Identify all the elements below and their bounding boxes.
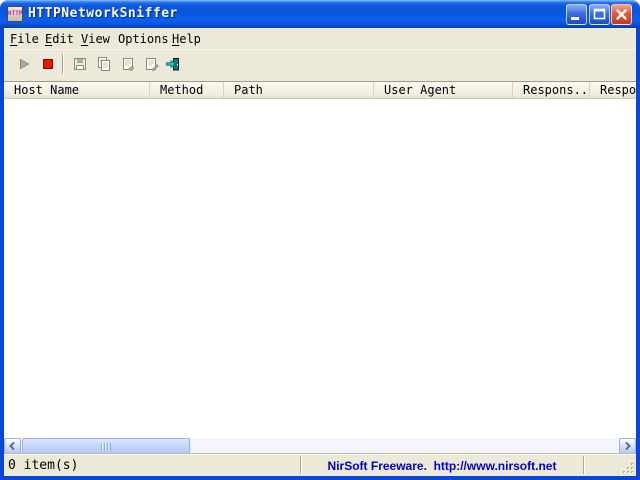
menu-bar: File Edit View Options Help — [4, 28, 636, 49]
exit-button[interactable] — [165, 56, 181, 72]
menu-options[interactable]: Options — [115, 31, 172, 47]
freeware-link[interactable]: NirSoft Freeware. http://www.nirsoft.net — [302, 459, 582, 473]
maximize-button[interactable] — [589, 4, 610, 25]
copy-icon — [96, 56, 112, 72]
exit-door-icon — [165, 56, 181, 72]
column-header-response-code[interactable]: Respons... — [513, 82, 590, 98]
save-selected-items-button[interactable] — [72, 56, 88, 72]
properties-button[interactable] — [120, 56, 136, 72]
column-header-host-name[interactable]: Host Name — [4, 82, 150, 98]
scroll-right-button[interactable] — [619, 438, 636, 454]
scroll-thumb[interactable] — [22, 438, 190, 454]
minimize-button[interactable] — [566, 4, 587, 25]
save-icon — [72, 56, 88, 72]
stop-icon — [40, 56, 56, 72]
toolbar-separator — [62, 54, 64, 74]
thumb-grip-icon — [101, 443, 111, 451]
menu-edit[interactable]: Edit — [42, 31, 77, 47]
column-header-path[interactable]: Path — [224, 82, 374, 98]
close-button[interactable] — [611, 4, 632, 25]
scroll-left-button[interactable] — [4, 438, 21, 454]
list-body[interactable] — [4, 99, 636, 438]
capture-list: Host Name Method Path User Agent Respons… — [4, 81, 636, 453]
items-count: 0 item(s) — [8, 458, 78, 473]
window-title: HTTPNetworkSniffer — [28, 6, 178, 21]
menu-view[interactable]: View — [78, 31, 113, 47]
start-capture-button[interactable] — [16, 56, 32, 72]
html-report-button[interactable] — [144, 56, 160, 72]
column-header-user-agent[interactable]: User Agent — [374, 82, 513, 98]
statusbar-separator — [583, 456, 585, 474]
column-header-method[interactable]: Method — [150, 82, 224, 98]
copy-selected-items-button[interactable] — [96, 56, 112, 72]
stop-capture-button[interactable] — [40, 56, 56, 72]
title-bar[interactable]: HTTP HTTPNetworkSniffer — [0, 0, 640, 28]
status-bar: 0 item(s) NirSoft Freeware. http://www.n… — [4, 453, 636, 476]
app-window: HTTP HTTPNetworkSniffer File Edit View O… — [0, 0, 640, 480]
app-icon[interactable]: HTTP — [7, 6, 23, 22]
properties-icon — [120, 56, 136, 72]
menu-file[interactable]: File — [7, 31, 42, 47]
menu-help[interactable]: Help — [169, 31, 204, 47]
client-area: File Edit View Options Help — [4, 28, 636, 476]
play-icon — [16, 56, 32, 72]
column-header-response-string[interactable]: Respon — [590, 82, 636, 98]
horizontal-scrollbar[interactable] — [4, 438, 636, 454]
resize-grip[interactable] — [621, 461, 635, 475]
report-icon — [144, 56, 160, 72]
list-header: Host Name Method Path User Agent Respons… — [4, 82, 636, 99]
toolbar — [4, 49, 636, 81]
